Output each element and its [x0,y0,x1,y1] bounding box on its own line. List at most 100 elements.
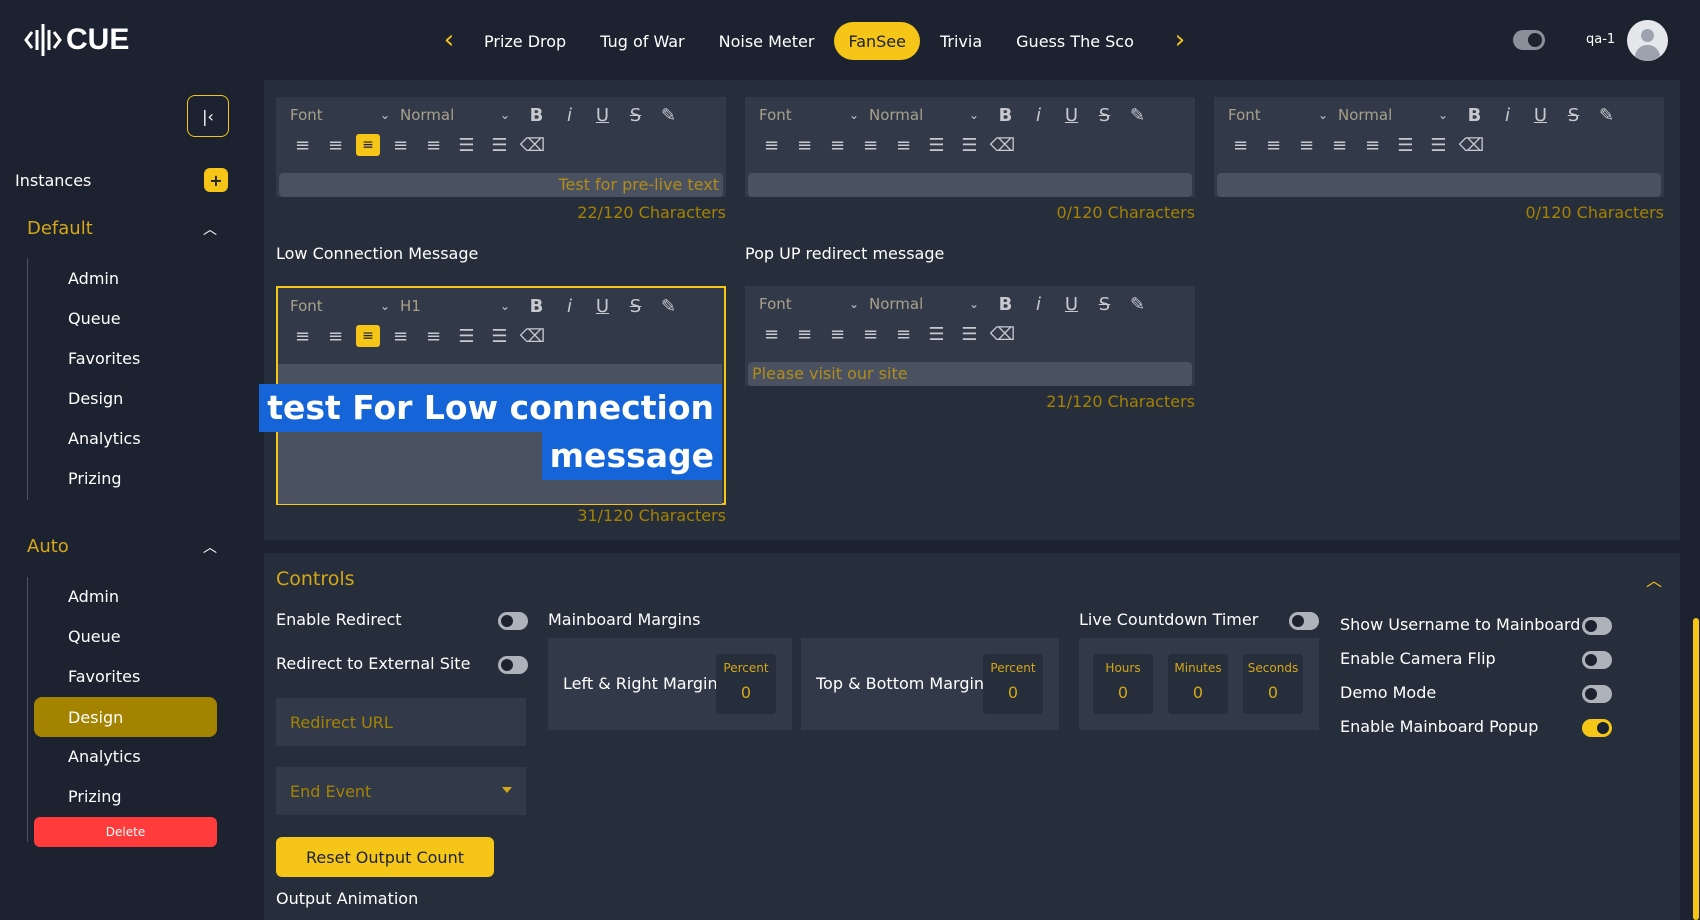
underline-icon[interactable]: U [586,296,619,317]
align-left-icon[interactable]: ≡ [755,135,788,156]
seconds-input[interactable]: Seconds 0 [1243,654,1303,714]
strikethrough-icon[interactable]: S [619,296,652,317]
indent-increase-icon[interactable]: ≡ [417,135,450,156]
eraser-icon[interactable]: ⌫ [986,135,1019,156]
redirect-external-toggle[interactable] [498,656,528,674]
ordered-list-icon[interactable]: ☰ [920,135,953,156]
chevron-right-icon[interactable]: › [1168,25,1192,55]
sidebar-item-favorites[interactable]: Favorites [68,667,140,686]
hours-input[interactable]: Hours 0 [1093,654,1153,714]
bold-icon[interactable]: B [520,105,553,126]
bold-icon[interactable]: B [989,294,1022,315]
bold-icon[interactable]: B [1458,105,1491,126]
tab-trivia[interactable]: Trivia [926,22,996,60]
chevron-up-icon[interactable]: ︿ [200,537,220,557]
align-right-icon[interactable]: ≡ [1290,135,1323,156]
group-auto-title[interactable]: Auto [27,536,69,557]
demo-mode-toggle[interactable] [1582,685,1612,703]
tab-fansee[interactable]: FanSee [834,22,920,60]
indent-decrease-icon[interactable]: ≡ [854,324,887,345]
tab-noise-meter[interactable]: Noise Meter [705,22,829,60]
indent-increase-icon[interactable]: ≡ [887,324,920,345]
align-center-icon[interactable]: ≡ [788,135,821,156]
strikethrough-icon[interactable]: S [1088,105,1121,126]
font-select[interactable]: Font ⌄ [290,297,400,315]
add-instance-button[interactable]: + [204,168,228,192]
indent-decrease-icon[interactable]: ≡ [854,135,887,156]
strikethrough-icon[interactable]: S [1088,294,1121,315]
align-center-icon[interactable]: ≡ [319,326,352,347]
sidebar-item-design[interactable]: Design [34,697,217,737]
sidebar-item-analytics[interactable]: Analytics [68,429,141,448]
sidebar-item-prizing[interactable]: Prizing [68,469,122,488]
redirect-url-input[interactable]: Redirect URL [276,698,526,746]
align-right-icon[interactable]: ≡ [821,324,854,345]
size-select[interactable]: Normal ⌄ [869,106,989,124]
scrollbar[interactable] [1693,618,1699,920]
font-select[interactable]: Font ⌄ [759,295,869,313]
strikethrough-icon[interactable]: S [1557,105,1590,126]
rich-text-editor[interactable]: Font ⌄ Normal ⌄ B i U S ✎ ≡ ≡ ≡ ≡ ≡ ☰ ☰ ⌫ [745,97,1195,197]
chevron-up-icon[interactable]: ︿ [1646,567,1662,591]
italic-icon[interactable]: i [553,296,586,317]
sidebar-item-prizing[interactable]: Prizing [68,787,122,806]
underline-icon[interactable]: U [1055,294,1088,315]
indent-increase-icon[interactable]: ≡ [887,135,920,156]
eraser-icon[interactable]: ⌫ [516,326,549,347]
underline-icon[interactable]: U [1524,105,1557,126]
countdown-toggle[interactable] [1289,612,1319,630]
ordered-list-icon[interactable]: ☰ [450,135,483,156]
italic-icon[interactable]: i [553,105,586,126]
editor-content[interactable]: Please visit our site [748,362,1192,386]
bullet-list-icon[interactable]: ☰ [483,135,516,156]
italic-icon[interactable]: i [1022,294,1055,315]
sidebar-item-favorites[interactable]: Favorites [68,349,140,368]
chevron-left-icon[interactable]: ‹ [437,25,461,55]
top-bottom-margin-input[interactable]: Percent 0 [983,654,1043,714]
editor-content[interactable] [748,173,1192,197]
camera-flip-toggle[interactable] [1582,651,1612,669]
minutes-input[interactable]: Minutes 0 [1168,654,1228,714]
underline-icon[interactable]: U [586,105,619,126]
font-select[interactable]: Font ⌄ [290,106,400,124]
bullet-list-icon[interactable]: ☰ [953,324,986,345]
eraser-icon[interactable]: ⌫ [986,324,1019,345]
tab-prize-drop[interactable]: Prize Drop [470,22,580,60]
align-left-icon[interactable]: ≡ [1224,135,1257,156]
sidebar-item-analytics[interactable]: Analytics [68,747,141,766]
align-center-icon[interactable]: ≡ [788,324,821,345]
avatar[interactable] [1627,20,1668,61]
italic-icon[interactable]: i [1491,105,1524,126]
bullet-list-icon[interactable]: ☰ [483,326,516,347]
underline-icon[interactable]: U [1055,105,1088,126]
group-default-title[interactable]: Default [27,218,93,239]
tab-tug-of-war[interactable]: Tug of War [586,22,698,60]
align-center-icon[interactable]: ≡ [1257,135,1290,156]
align-center-icon[interactable]: ≡ [319,135,352,156]
font-select[interactable]: Font ⌄ [1228,106,1338,124]
indent-decrease-icon[interactable]: ≡ [384,135,417,156]
bold-icon[interactable]: B [989,105,1022,126]
tab-guess-the-score[interactable]: Guess The Sco [1002,22,1148,60]
eraser-icon[interactable]: ⌫ [1455,135,1488,156]
size-select[interactable]: H1 ⌄ [400,297,520,315]
popup-redirect-editor[interactable]: Font ⌄ Normal ⌄ B i U S ✎ ≡ ≡ ≡ ≡ ≡ ☰ ☰ ⌫ … [745,286,1195,386]
sidebar-item-admin[interactable]: Admin [68,269,119,288]
ordered-list-icon[interactable]: ☰ [920,324,953,345]
rich-text-editor[interactable]: Font ⌄ Normal ⌄ B i U S ✎ ≡ ≡ ≡ ≡ ≡ ☰ ☰ ⌫ … [276,97,726,197]
align-right-icon[interactable]: ≡ [356,134,380,156]
eraser-icon[interactable]: ⌫ [516,135,549,156]
pen-icon[interactable]: ✎ [1590,105,1623,126]
pen-icon[interactable]: ✎ [1121,294,1154,315]
reset-output-count-button[interactable]: Reset Output Count [276,837,494,877]
bold-icon[interactable]: B [520,296,553,317]
indent-increase-icon[interactable]: ≡ [417,326,450,347]
bullet-list-icon[interactable]: ☰ [953,135,986,156]
indent-decrease-icon[interactable]: ≡ [384,326,417,347]
align-left-icon[interactable]: ≡ [286,135,319,156]
ordered-list-icon[interactable]: ☰ [450,326,483,347]
enable-redirect-toggle[interactable] [498,612,528,630]
ordered-list-icon[interactable]: ☰ [1389,135,1422,156]
delete-button[interactable]: Delete [34,817,217,847]
size-select[interactable]: Normal ⌄ [1338,106,1458,124]
